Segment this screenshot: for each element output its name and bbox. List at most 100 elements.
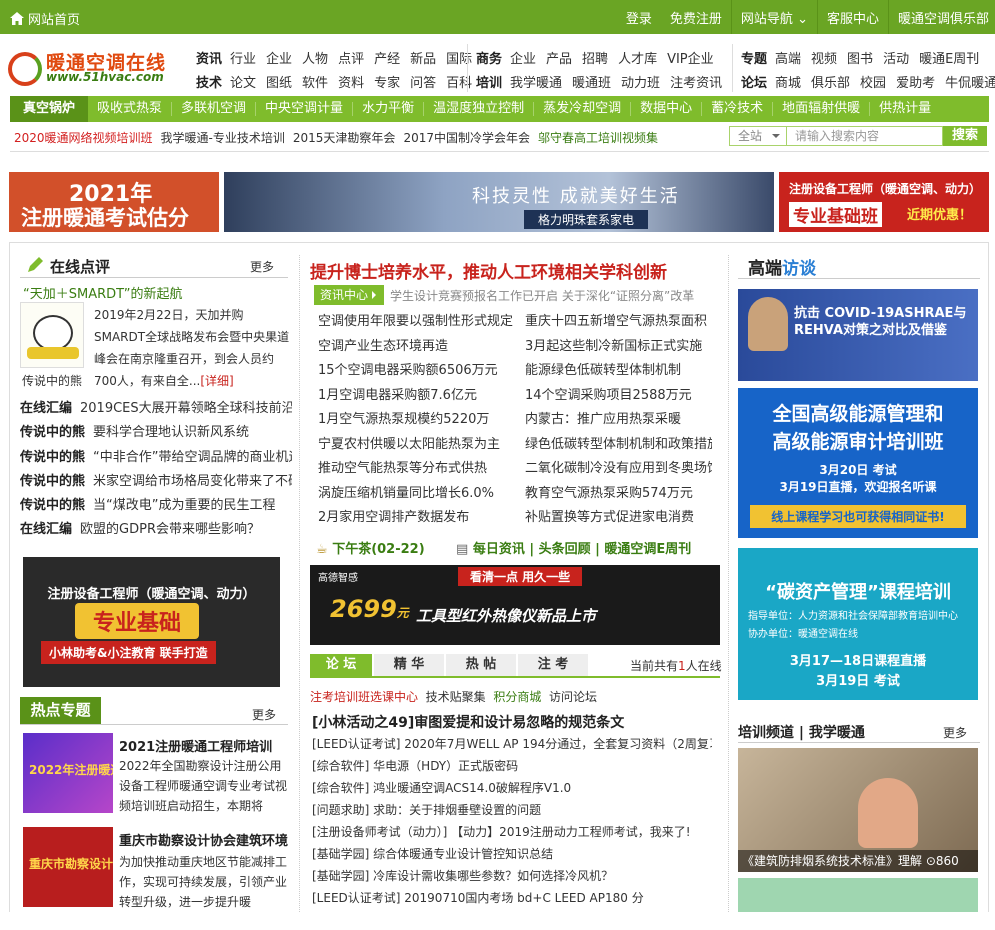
topic-item[interactable]: 吸收式热泵 (88, 102, 173, 116)
hot-link[interactable]: 2017中国制冷学会年会 (403, 129, 530, 146)
forum-link[interactable]: 注考培训班选课中心 (310, 690, 418, 704)
search-button[interactable]: 搜索 (943, 126, 987, 146)
special-thumb[interactable]: 重庆市勘察设计协会 (23, 827, 113, 907)
list-item[interactable]: 宁夏农村供暖以太阳能热泵为主 (318, 433, 516, 458)
list-item[interactable]: 能源绿色低碳转型体制机制 (525, 359, 712, 384)
home-icon (10, 12, 24, 25)
list-item[interactable]: 1月空气源热泵规模约5220万 (318, 408, 516, 433)
register-link[interactable]: 免费注册 (661, 8, 731, 27)
home-link[interactable]: 网站首页 (10, 9, 80, 28)
online-review-more-link[interactable]: 更多 (250, 258, 274, 275)
training-video-thumb[interactable] (738, 878, 978, 912)
search-input[interactable]: 请输入搜索内容 (787, 126, 943, 146)
list-item[interactable]: 涡旋压缩机销量同比增长6.0% (318, 482, 516, 507)
logo-mark-icon (8, 52, 42, 86)
topic-item[interactable]: 真空锅炉 (10, 96, 89, 122)
topic-item[interactable]: 水力平衡 (353, 102, 425, 116)
topic-item[interactable]: 供热计量 (870, 102, 940, 116)
hot-link[interactable]: 我学暖通-专业技术培训 (161, 129, 285, 146)
energy-training-ad[interactable]: 全国高级能源管理和 高级能源审计培训班 3月20日 考试 3月19日直播，欢迎报名听… (738, 388, 978, 538)
list-item[interactable]: 补贴置换等方式促进家电消费 (525, 506, 712, 531)
list-item[interactable]: 15个空调电器采购额6506万元 (318, 359, 516, 384)
search-box: 全站 请输入搜索内容 搜索 (729, 126, 987, 146)
interview-ad[interactable]: 抗击 COVID-19ASHRAE与REHVA对策之对比及借鉴 (738, 289, 978, 381)
list-item[interactable]: 2月家用空调排产数据发布 (318, 506, 516, 531)
list-item[interactable]: 内蒙古：推广应用热泵采暖 (525, 408, 712, 433)
list-item[interactable]: 二氧化碳制冷没有应用到冬奥场馆 (525, 457, 712, 482)
list-item[interactable]: 14个空调采购项目2588万元 (525, 384, 712, 409)
hot-link[interactable]: 2020暖通网络视频培训班 (10, 129, 153, 146)
thermal-camera-ad[interactable]: 高德智感 看清一点 用久一些 2699元 工具型红外热像仪新品上市 (310, 565, 720, 645)
forum-link[interactable]: 技术贴聚集 (426, 690, 486, 704)
topic-item[interactable]: 中央空调计量 (256, 102, 354, 116)
forum-link[interactable]: 访问论坛 (549, 690, 597, 704)
news-center-tag[interactable]: 资讯中心 (314, 285, 385, 305)
tab-exam[interactable]: 注 考 (518, 654, 588, 676)
list-item[interactable]: [综合软件] 华电源（HDY）正式版密码 (312, 755, 712, 777)
tab-forum[interactable]: 论 坛 (310, 654, 372, 676)
list-item[interactable]: 绿色低碳转型体制机制和政策措施 (525, 433, 712, 458)
topic-item[interactable]: 蒸发冷却空调 (534, 102, 632, 116)
tea-cup-icon: ☕ (316, 542, 328, 557)
left-ad-banner[interactable]: 注册设备工程师（暖通空调、动力） 专业基础 小林助考&小注教育 联手打造 (23, 557, 280, 687)
topic-item[interactable]: 多联机空调 (172, 102, 257, 116)
training-channel-title[interactable]: 培训频道 | 我学暖通 (738, 722, 865, 742)
list-item[interactable]: [基础学园] 冷库设计需收集哪些参数？如何选择冷风机？ (312, 865, 712, 887)
pencil-icon (28, 257, 43, 272)
tab-hot[interactable]: 热 帖 (446, 654, 516, 676)
list-item[interactable]: 传说中的熊 当“煤改电”成为重要的民生工程 (20, 494, 292, 518)
list-item[interactable]: 3月起这些制冷新国标正式实施 (525, 335, 712, 360)
special-title[interactable]: 重庆市勘察设计协会建筑环境 (119, 830, 289, 849)
list-item[interactable]: 1月空调电器采购额7.6亿元 (318, 384, 516, 409)
nav-group-topics: 专题 高端 视频 图书 活动 暖通E周刊 论坛 商城 俱乐部 校园 爱助考 牛侃暖通 (741, 52, 995, 91)
tab-essence[interactable]: 精 华 (374, 654, 444, 676)
forum-headline[interactable]: [小林活动之49]审图爱提和设计易忽略的规范条文 (312, 712, 624, 732)
training-more-link[interactable]: 更多 (943, 724, 967, 741)
daily-links[interactable]: ▤ 每日资讯 | 头条回顾 | 暖通空调E周刊 (456, 538, 691, 557)
headline[interactable]: 提升博士培养水平，推动人工环境相关学科创新 (310, 258, 667, 283)
nav-group-business: 商务 企业 产品 招聘 人才库 VIP企业 培训 我学暖通 暖通班 动力班 注考资讯 (476, 52, 723, 91)
special-thumb[interactable]: 2022年注册暖通工程师培训 (23, 733, 113, 813)
hot-topics-more-link[interactable]: 更多 (252, 706, 276, 723)
list-item[interactable]: 传说中的熊 要科学合理地认识新风系统 (20, 421, 292, 445)
list-item[interactable]: [基础学园] 综合体暖通专业设计管控知识总结 (312, 843, 712, 865)
topic-item[interactable]: 数据中心 (631, 102, 703, 116)
topic-item[interactable]: 蓄冷技术 (702, 102, 774, 116)
search-scope-select[interactable]: 全站 (729, 126, 787, 146)
list-item[interactable]: 教育空气源热泵采购574万元 (525, 482, 712, 507)
list-item[interactable]: 传说中的熊 “中非合作”带给空调品牌的商业机遇 (20, 446, 292, 470)
list-item[interactable]: 推动空气能热泵等分布式供热 (318, 457, 516, 482)
banner-gree[interactable]: 科技灵性 成就美好生活 格力明珠套系家电 (224, 172, 774, 232)
list-item[interactable]: 空调使用年限要以强制性形式规定 (318, 310, 516, 335)
list-item[interactable]: [LEED认证考试] 20190710国内考场 bd+C LEED AP180 … (312, 887, 712, 909)
banner-exam-score[interactable]: 2021年 注册暖通考试估分 (9, 172, 219, 232)
featured-detail-link[interactable]: [详细] (200, 374, 233, 388)
afternoon-tea-link[interactable]: ☕ 下午茶(02-22) (316, 538, 425, 557)
topic-item[interactable]: 地面辐射供暖 (773, 102, 871, 116)
banner-basic-class[interactable]: 注册设备工程师（暖通空调、动力） 专业基础班 近期优惠！ (779, 172, 989, 232)
training-video[interactable]: 《建筑防排烟系统技术标准》理解 ⊙860 (738, 748, 978, 872)
list-item[interactable]: 在线汇编 欧盟的GDPR会带来哪些影响？ (20, 518, 292, 542)
list-item[interactable]: 在线汇编 2019CES大展开幕领略全球科技前沿 (20, 397, 292, 421)
avatar[interactable] (20, 302, 84, 368)
login-link[interactable]: 登录 (617, 8, 661, 27)
list-item[interactable]: [LEED认证考试] 2020年7月WELL AP 194分通过，全套复习资料（… (312, 733, 712, 755)
news-ticker[interactable]: 学生设计竞赛预报名工作已开启 关于深化“证照分离”改革 (390, 287, 720, 304)
hot-link[interactable]: 2015天津勘察年会 (293, 129, 396, 146)
list-item[interactable]: 传说中的熊 米家空调给市场格局变化带来了不确定 (20, 470, 292, 494)
service-link[interactable]: 客服中心 (818, 8, 888, 27)
list-item[interactable]: [注册设备师考试（动力）] 【动力】2019注册动力工程师考试，我来了! (312, 821, 712, 843)
featured-review-title[interactable]: “天加＋SMARDT”的新起航 (23, 283, 183, 302)
list-item[interactable]: 重庆十四五新增空气源热泵面积 (525, 310, 712, 335)
site-logo[interactable]: 暖通空调在线 www.51hvac.com (8, 48, 188, 88)
list-item[interactable]: [综合软件] 鸿业暖通空调ACS14.0破解程序V1.0 (312, 777, 712, 799)
club-link[interactable]: 暖通空调俱乐部 (889, 8, 995, 27)
list-item[interactable]: [问题求助] 求助：关于排烟垂壁设置的问题 (312, 799, 712, 821)
carbon-training-ad[interactable]: “碳资产管理”课程培训 指导单位：人力资源和社会保障部教育培训中心 协办单位：暖通… (738, 548, 978, 700)
topic-item[interactable]: 温湿度独立控制 (424, 102, 535, 116)
list-item[interactable]: 空调产业生态环境再造 (318, 335, 516, 360)
hot-link[interactable]: 邬守春高工培训视频集 (538, 129, 658, 146)
forum-link[interactable]: 积分商城 (493, 690, 541, 704)
site-nav-dropdown[interactable]: 网站导航 ⌄ (732, 8, 817, 27)
special-title[interactable]: 2021注册暖通工程师培训 (119, 736, 289, 755)
